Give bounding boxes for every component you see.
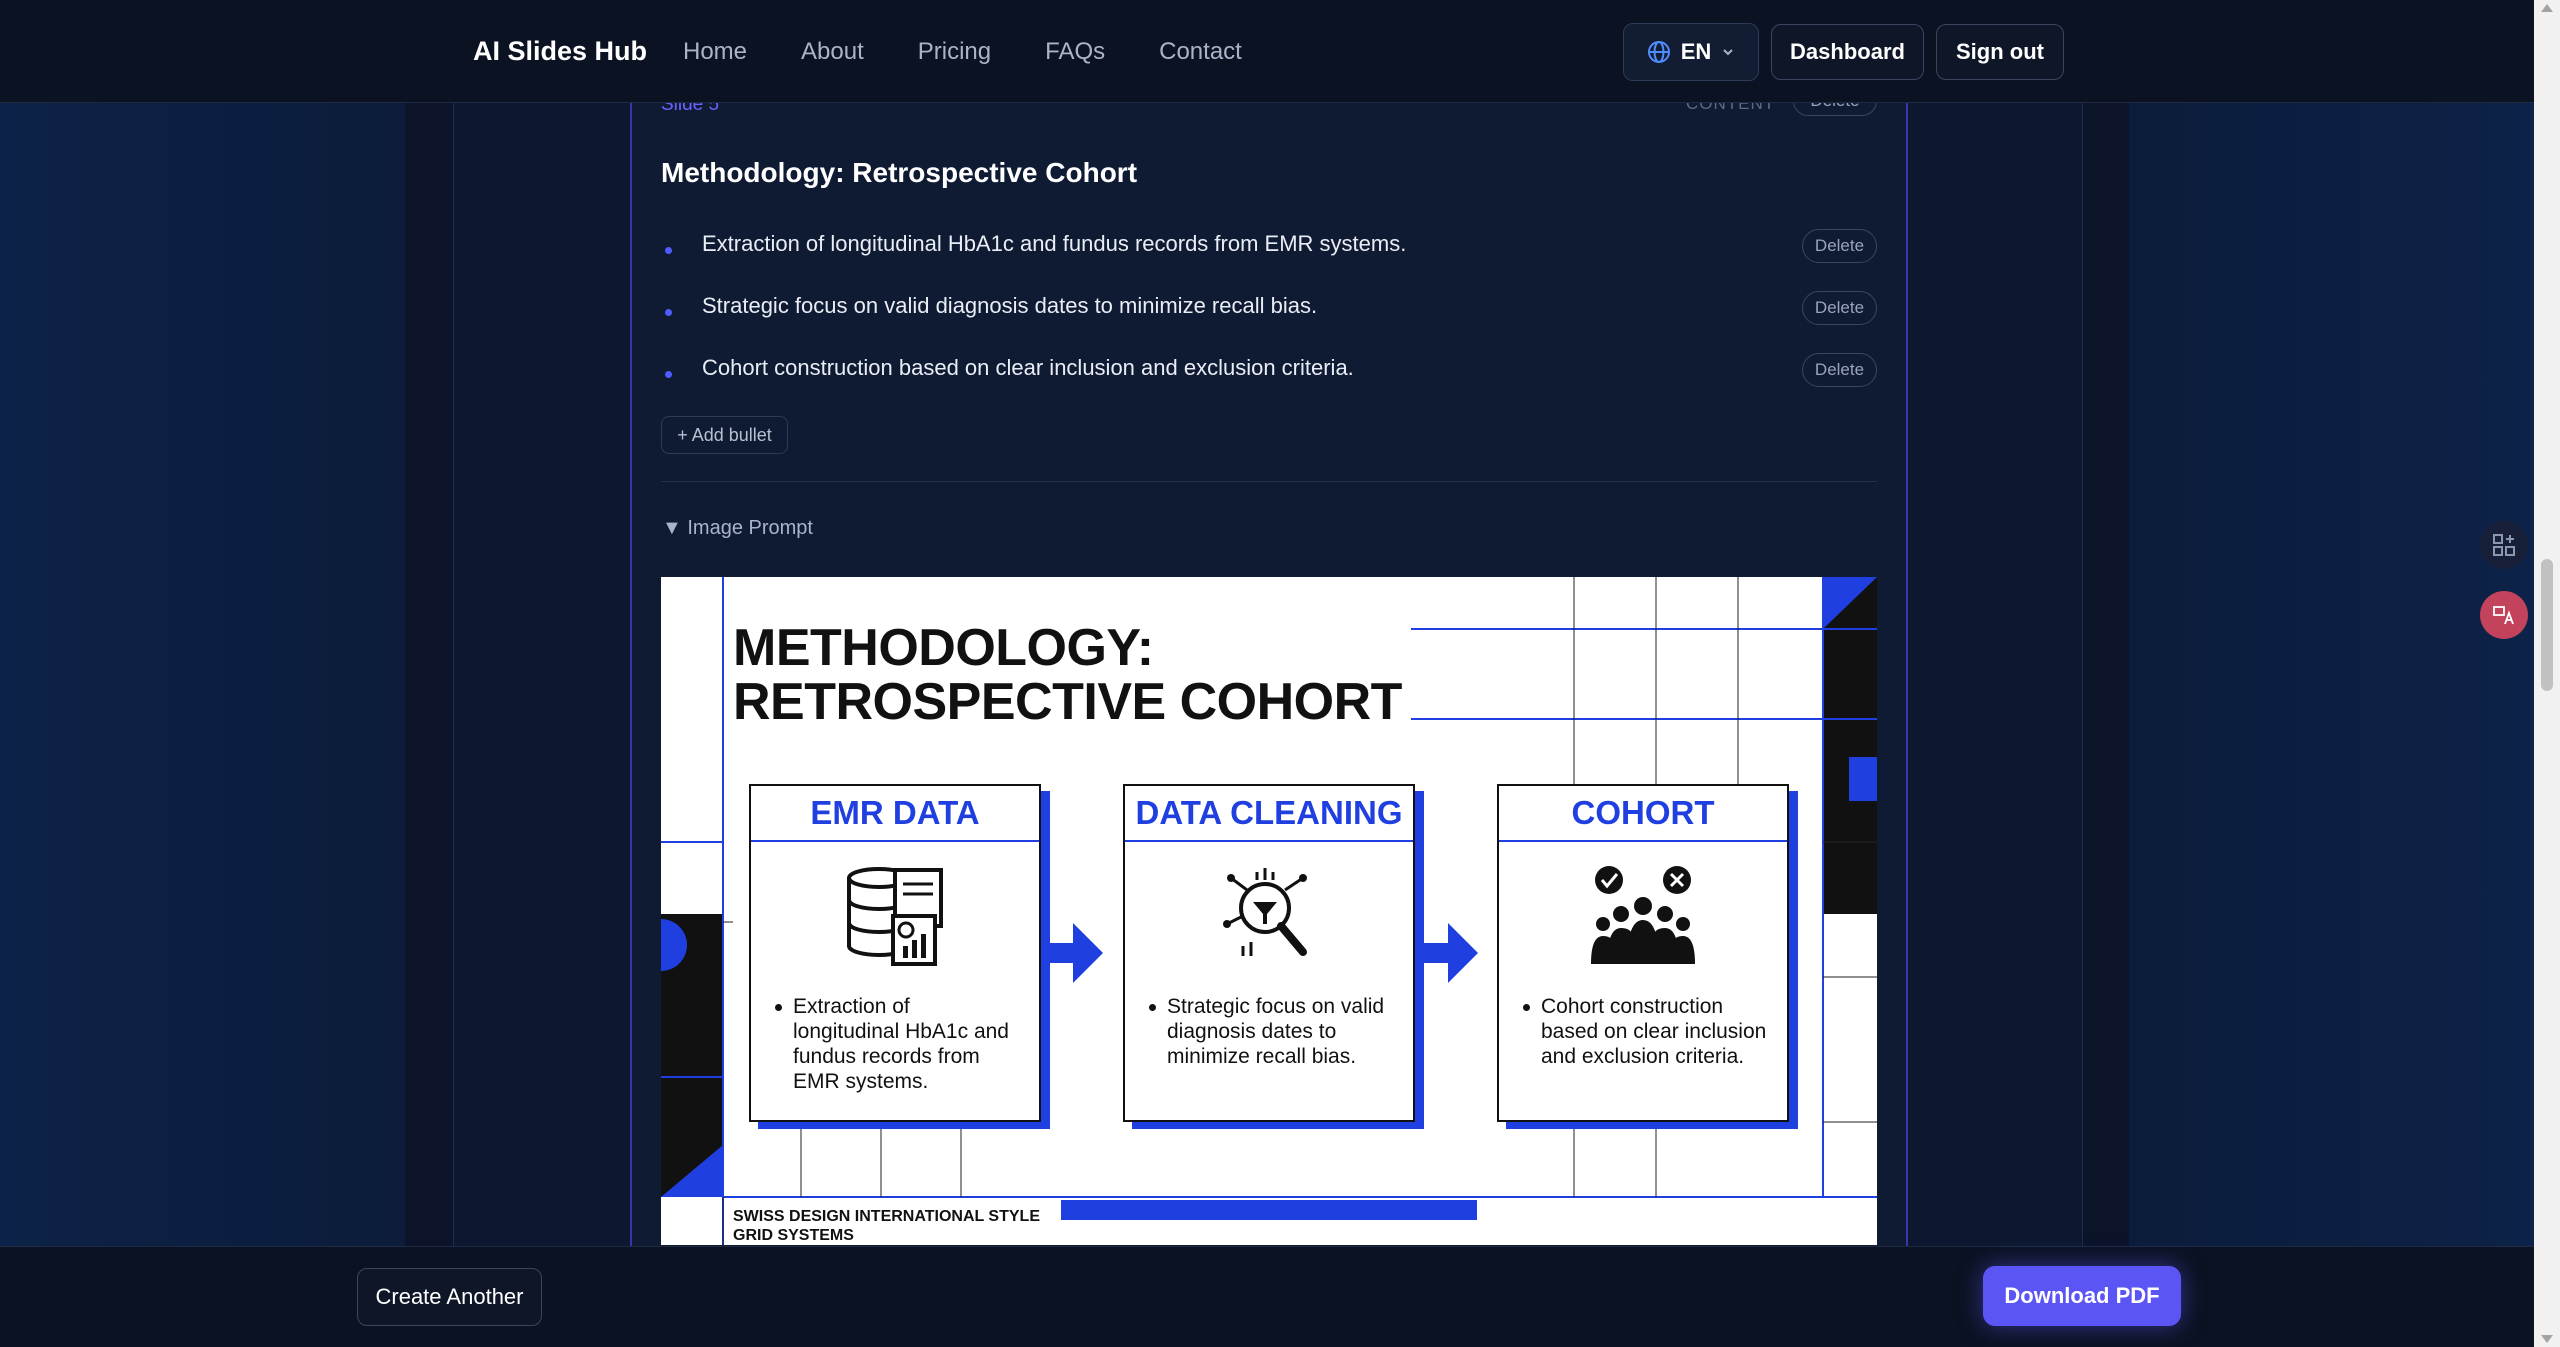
slide-image-title: METHODOLOGY: RETROSPECTIVE COHORT: [733, 619, 1402, 731]
delete-bullet-button[interactable]: Delete: [1802, 353, 1877, 387]
image-prompt-toggle[interactable]: ▼ Image Prompt: [662, 517, 813, 540]
step-heading: EMR DATA: [751, 786, 1039, 842]
translate-icon[interactable]: [2480, 591, 2528, 639]
app-logo[interactable]: AI Slides Hub: [473, 36, 647, 67]
globe-icon: [1647, 41, 1670, 63]
divider: [661, 481, 1877, 482]
background-left: [0, 0, 405, 1347]
scrollbar-thumb[interactable]: [2541, 559, 2553, 691]
step-text: Cohort construction based on clear inclu…: [1523, 994, 1769, 1069]
bullet-text[interactable]: Strategic focus on valid diagnosis dates…: [702, 293, 1317, 319]
slide-image-footer: SWISS DESIGN INTERNATIONAL STYLE GRID SY…: [733, 1208, 1040, 1244]
slide-title[interactable]: Methodology: Retrospective Cohort: [661, 157, 1137, 189]
step-text: Extraction of longitudinal HbA1c and fun…: [775, 994, 1021, 1094]
page-scrollbar[interactable]: [2534, 0, 2560, 1347]
step-text: Strategic focus on valid diagnosis dates…: [1149, 994, 1395, 1069]
language-selector[interactable]: EN: [1623, 23, 1759, 81]
bullet-text[interactable]: Cohort construction based on clear inclu…: [702, 355, 1354, 381]
bullet-dot: [665, 371, 672, 378]
step-box-emr-data: EMR DATA Extraction of longitudinal HbA1…: [749, 784, 1041, 1122]
bullet-dot: [665, 247, 672, 254]
add-bullet-button[interactable]: + Add bullet: [661, 416, 788, 454]
nav-pricing[interactable]: Pricing: [918, 38, 991, 66]
main-nav: Home About Pricing FAQs Contact: [683, 38, 1242, 66]
create-another-button[interactable]: Create Another: [357, 1268, 542, 1326]
top-navbar: AI Slides Hub Home About Pricing FAQs Co…: [0, 0, 2534, 103]
group-people-icon: [1499, 866, 1787, 966]
nav-faqs[interactable]: FAQs: [1045, 38, 1105, 66]
chevron-down-icon: [1723, 49, 1733, 56]
step-box-data-cleaning: DATA CLEANING Strategic focus on valid d…: [1123, 784, 1415, 1122]
nav-home[interactable]: Home: [683, 38, 747, 66]
bullet-dot: [665, 309, 672, 316]
apps-add-icon[interactable]: [2480, 521, 2528, 569]
language-code: EN: [1680, 39, 1712, 64]
bottom-action-bar: Create Another Download PDF: [0, 1246, 2534, 1347]
nav-contact[interactable]: Contact: [1159, 38, 1242, 66]
dashboard-button[interactable]: Dashboard: [1771, 24, 1924, 80]
filter-magnifier-icon: [1125, 866, 1413, 966]
bullet-item: Extraction of longitudinal HbA1c and fun…: [661, 227, 1877, 267]
download-pdf-button[interactable]: Download PDF: [1983, 1266, 2181, 1326]
bullet-text[interactable]: Extraction of longitudinal HbA1c and fun…: [702, 231, 1406, 257]
sign-out-button[interactable]: Sign out: [1936, 24, 2064, 80]
bullet-item: Cohort construction based on clear inclu…: [661, 351, 1877, 391]
scroll-up-arrow-icon[interactable]: [2541, 4, 2553, 12]
step-heading: COHORT: [1499, 786, 1787, 842]
bullet-item: Strategic focus on valid diagnosis dates…: [661, 289, 1877, 329]
database-document-icon: [751, 866, 1039, 966]
step-box-cohort: COHORT Cohort construction based on clea…: [1497, 784, 1789, 1122]
slide-preview-image: METHODOLOGY: RETROSPECTIVE COHORT EMR DA…: [661, 577, 1877, 1245]
nav-about[interactable]: About: [801, 38, 864, 66]
delete-bullet-button[interactable]: Delete: [1802, 291, 1877, 325]
delete-bullet-button[interactable]: Delete: [1802, 229, 1877, 263]
step-heading: DATA CLEANING: [1125, 786, 1413, 842]
scroll-down-arrow-icon[interactable]: [2541, 1335, 2553, 1343]
background-right: [2104, 0, 2534, 1347]
